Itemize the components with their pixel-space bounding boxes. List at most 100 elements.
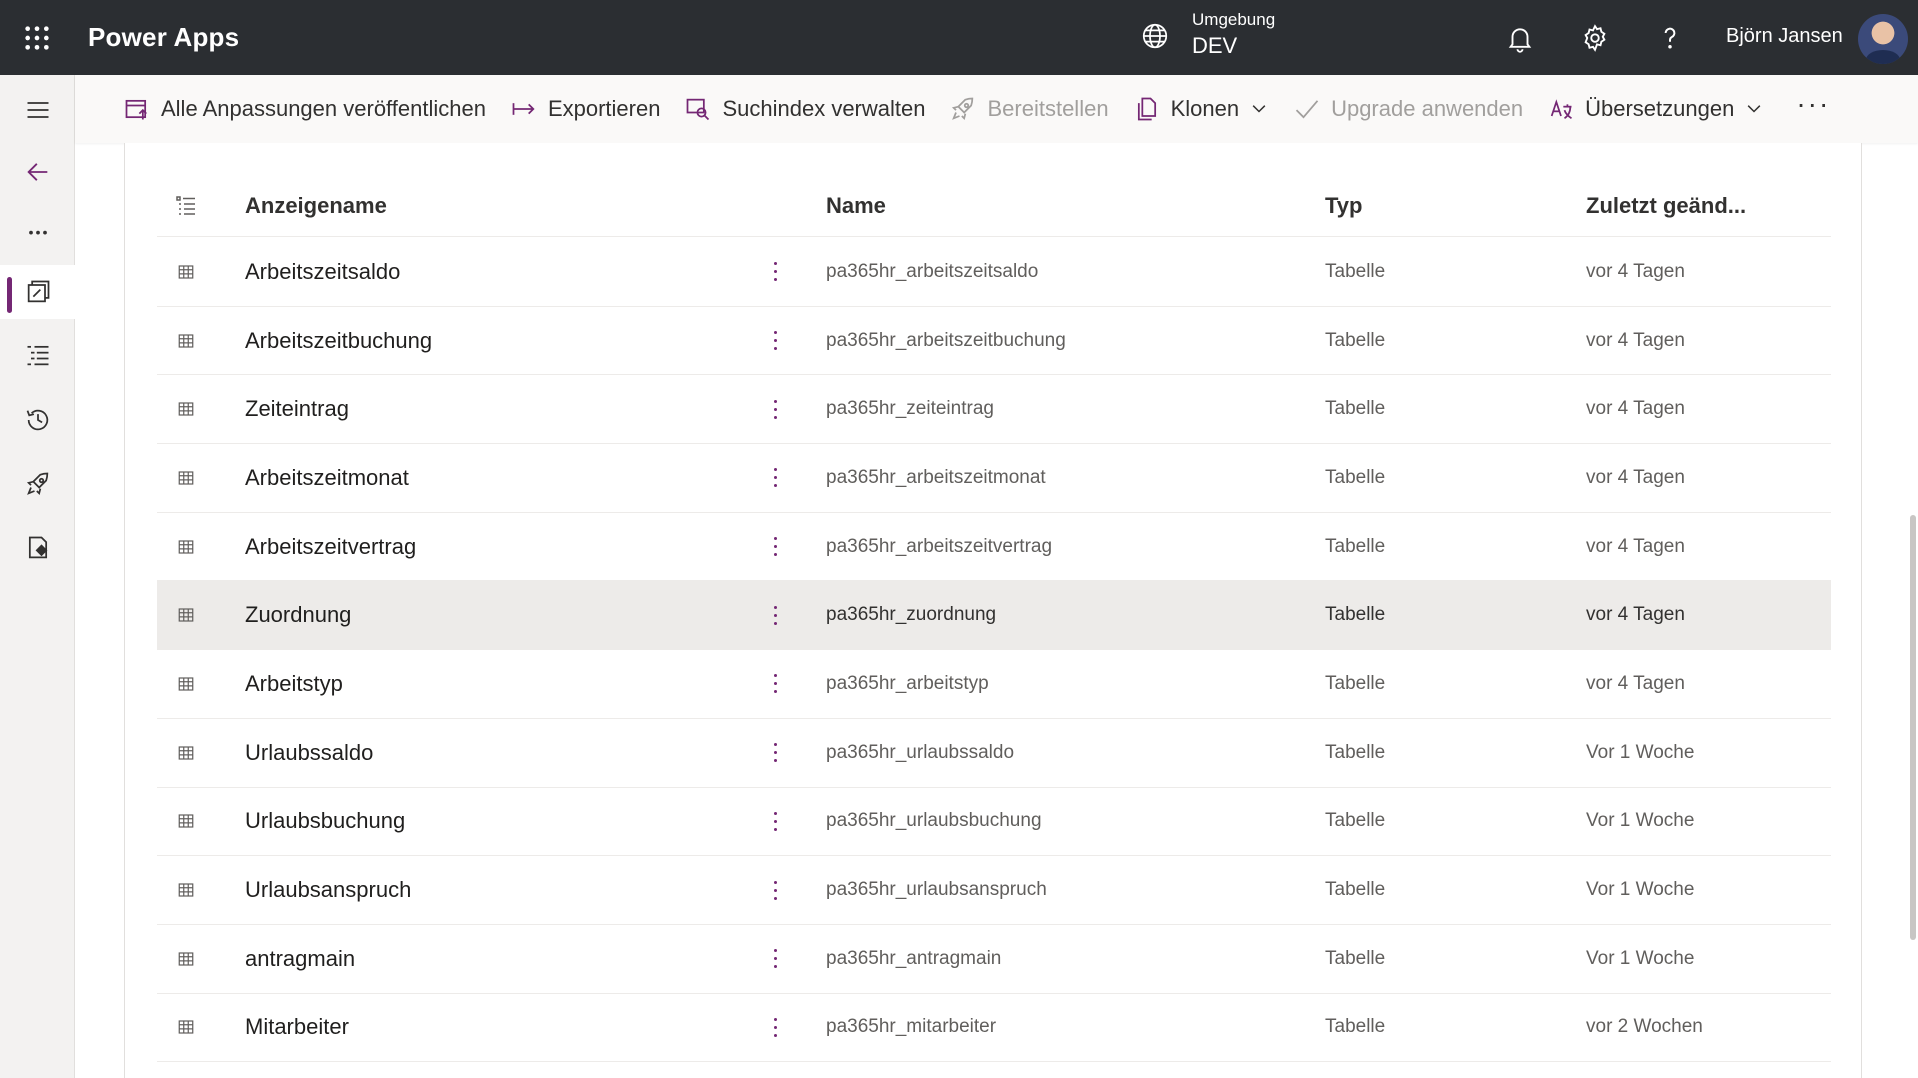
row-display-name[interactable]: antragmain: [245, 946, 355, 972]
table-entity-icon: [173, 675, 199, 693]
table-row[interactable]: Urlaubssaldo pa365hr_urlaubssaldo Tabell…: [157, 719, 1831, 788]
table-row[interactable]: antragmain pa365hr_antragmain Tabelle Vo…: [157, 925, 1831, 994]
settings-button[interactable]: [1575, 18, 1615, 58]
row-name: pa365hr_urlaubsanspruch: [826, 879, 1047, 901]
command-bar: Alle Anpassungen veröffentlichen Exporti…: [75, 75, 1918, 143]
column-header-modified[interactable]: Zuletzt geänd...: [1586, 193, 1746, 219]
manage-search-index-button[interactable]: Suchindex verwalten: [684, 75, 925, 143]
deploy-button[interactable]: Bereitstellen: [949, 75, 1109, 143]
table-entity-icon: [173, 469, 199, 487]
back-button[interactable]: [0, 145, 75, 199]
more-horizontal-icon: [28, 230, 47, 235]
notifications-button[interactable]: [1500, 18, 1540, 58]
publish-all-button[interactable]: Alle Anpassungen veröffentlichen: [123, 75, 486, 143]
table-row[interactable]: Mitarbeiter pa365hr_mitarbeiter Tabelle …: [157, 994, 1831, 1063]
row-display-name[interactable]: Arbeitszeitmonat: [245, 465, 409, 491]
row-name: pa365hr_zeiteintrag: [826, 398, 994, 420]
column-header-name[interactable]: Name: [826, 193, 886, 219]
nav-item-source-control[interactable]: [0, 521, 75, 575]
row-display-name[interactable]: Zeiteintrag: [245, 396, 349, 422]
column-options-button[interactable]: [173, 194, 199, 218]
table-row[interactable]: Arbeitszeitbuchung pa365hr_arbeitszeitbu…: [157, 307, 1831, 376]
row-type: Tabelle: [1325, 260, 1386, 282]
row-type: Tabelle: [1325, 879, 1386, 901]
row-more-options-button[interactable]: [765, 803, 785, 839]
table-entity-icon: [173, 606, 199, 624]
row-more-options-button[interactable]: [765, 529, 785, 565]
clone-label: Klonen: [1170, 96, 1240, 121]
row-more-options-button[interactable]: [765, 323, 785, 359]
column-header-type[interactable]: Typ: [1325, 193, 1362, 219]
row-name: pa365hr_arbeitstyp: [826, 672, 989, 694]
row-display-name[interactable]: Arbeitszeitbuchung: [245, 328, 432, 354]
solution-objects-icon: [27, 280, 49, 303]
app-title[interactable]: Power Apps: [88, 22, 239, 53]
export-label: Exportieren: [547, 96, 661, 121]
app-launcher-button[interactable]: [0, 0, 74, 75]
row-more-options-button[interactable]: [765, 391, 785, 427]
table-row[interactable]: Arbeitstyp pa365hr_arbeitstyp Tabelle vo…: [157, 650, 1831, 719]
arrow-left-icon: [26, 163, 47, 181]
row-display-name[interactable]: Urlaubsbuchung: [245, 808, 405, 834]
row-more-options-button[interactable]: [765, 1009, 785, 1045]
translations-button[interactable]: Übersetzungen: [1547, 75, 1764, 143]
publish-icon: [125, 99, 147, 120]
left-navigation: [0, 75, 75, 1078]
apply-upgrade-button[interactable]: Upgrade anwenden: [1293, 75, 1523, 143]
gear-icon: [1584, 24, 1606, 52]
help-button[interactable]: [1650, 18, 1690, 58]
row-more-options-button[interactable]: [765, 597, 785, 633]
export-button[interactable]: Exportieren: [510, 75, 661, 143]
clone-button[interactable]: Klonen: [1133, 75, 1270, 143]
row-more-options-button[interactable]: [765, 666, 785, 702]
table-icon: [178, 952, 194, 966]
row-type: Tabelle: [1325, 329, 1386, 351]
table-icon: [178, 1020, 194, 1035]
row-display-name[interactable]: Mitarbeiter: [245, 1014, 349, 1040]
row-more-options-button[interactable]: [765, 735, 785, 771]
question-icon: [1664, 27, 1676, 49]
nav-item-objects[interactable]: [0, 265, 75, 319]
row-name: pa365hr_arbeitszeitbuchung: [826, 329, 1066, 351]
table-row[interactable]: Zeiteintrag pa365hr_zeiteintrag Tabelle …: [157, 375, 1831, 445]
row-name: pa365hr_urlaubsbuchung: [826, 810, 1042, 832]
table-row[interactable]: Arbeitszeitvertrag pa365hr_arbeitszeitve…: [157, 513, 1831, 582]
nav-more-button[interactable]: [0, 201, 75, 255]
table-row[interactable]: Urlaubsanspruch pa365hr_urlaubsanspruch …: [157, 856, 1831, 925]
nav-menu-button[interactable]: [0, 83, 75, 137]
table-icon: [178, 471, 194, 485]
row-display-name[interactable]: Zuordnung: [245, 602, 351, 628]
objects-table-body: Arbeitszeitsaldo pa365hr_arbeitszeitsald…: [157, 238, 1831, 1063]
nav-item-overview[interactable]: [0, 328, 75, 382]
row-display-name[interactable]: Urlaubsanspruch: [245, 877, 411, 903]
table-entity-icon: [173, 812, 199, 830]
table-row[interactable]: Arbeitszeitsaldo pa365hr_arbeitszeitsald…: [157, 238, 1831, 307]
environment-picker[interactable]: Umgebung DEV: [1140, 8, 1275, 60]
row-modified: vor 4 Tagen: [1586, 535, 1685, 557]
row-more-options-button[interactable]: [765, 254, 785, 290]
row-modified: vor 4 Tagen: [1586, 604, 1685, 626]
row-more-options-button[interactable]: [765, 460, 785, 496]
nav-item-pipelines[interactable]: [0, 457, 75, 511]
environment-value: DEV: [1192, 33, 1238, 58]
chevron-down-icon: [1252, 105, 1266, 113]
table-row[interactable]: Urlaubsbuchung pa365hr_urlaubsbuchung Ta…: [157, 788, 1831, 857]
table-icon: [178, 814, 194, 828]
user-name[interactable]: Björn Jansen: [1726, 25, 1843, 48]
nav-item-history[interactable]: [0, 393, 75, 447]
more-commands-button[interactable]: ···: [1796, 88, 1830, 120]
deploy-label: Bereitstellen: [987, 96, 1109, 121]
row-display-name[interactable]: Arbeitstyp: [245, 671, 343, 697]
row-display-name[interactable]: Arbeitszeitsaldo: [245, 259, 400, 285]
row-more-options-button[interactable]: [765, 941, 785, 977]
vertical-scrollbar[interactable]: [1910, 515, 1916, 940]
table-row[interactable]: Zuordnung pa365hr_zuordnung Tabelle vor …: [157, 581, 1831, 651]
column-header-display-name[interactable]: Anzeigename: [245, 193, 387, 219]
row-display-name[interactable]: Urlaubssaldo: [245, 740, 373, 766]
row-modified: vor 2 Wochen: [1586, 1016, 1703, 1038]
row-name: pa365hr_mitarbeiter: [826, 1016, 997, 1038]
row-display-name[interactable]: Arbeitszeitvertrag: [245, 534, 416, 560]
table-row[interactable]: Arbeitszeitmonat pa365hr_arbeitszeitmona…: [157, 444, 1831, 513]
row-more-options-button[interactable]: [765, 872, 785, 908]
avatar[interactable]: [1858, 14, 1908, 64]
